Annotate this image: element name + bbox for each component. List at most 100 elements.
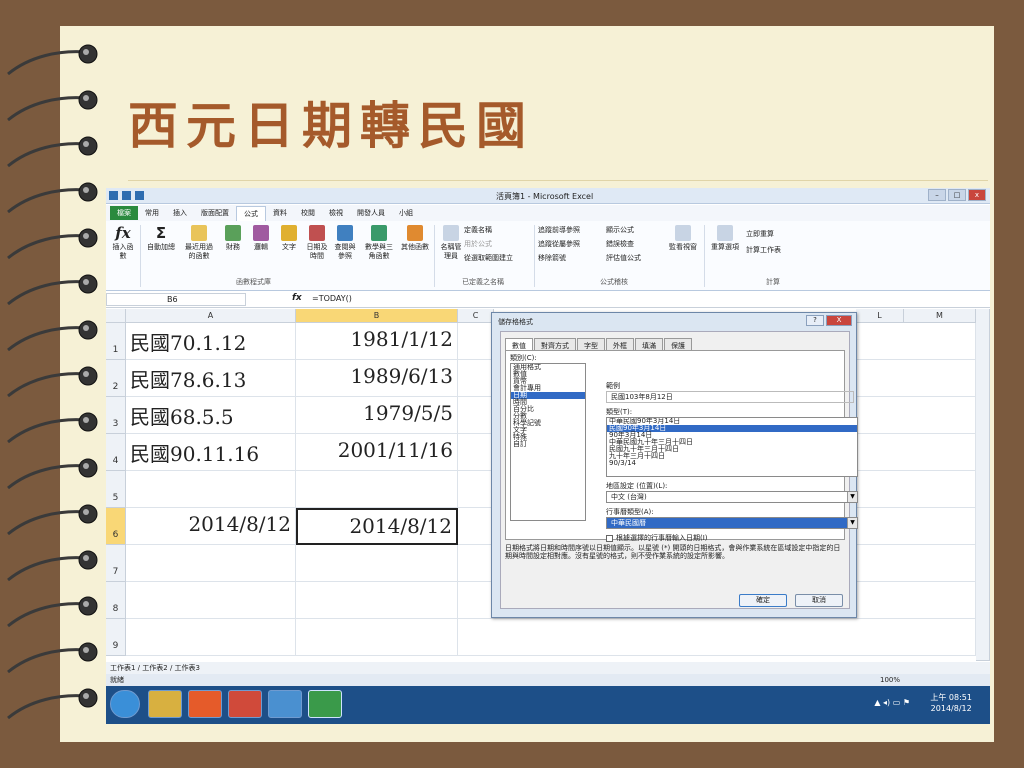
start-button[interactable] (110, 690, 140, 718)
row-header[interactable]: 7 (106, 545, 126, 582)
name-manager-button[interactable]: 名稱管理員 (438, 225, 464, 261)
cell-b[interactable] (296, 545, 458, 582)
cell-b[interactable] (296, 582, 458, 619)
formula-input[interactable]: =TODAY() (312, 294, 352, 303)
name-box[interactable]: B6 (106, 293, 246, 306)
math-trig-button[interactable]: 數學與三角函數 (362, 225, 396, 261)
type-list[interactable]: 中華民國90年3月14日 民國90年3月14日 90年3月14日 中華民國九十年三月十… (606, 417, 858, 477)
cell-a[interactable]: 民國90.11.16 (126, 434, 296, 471)
evaluate-formula-button[interactable]: 評估值公式 (606, 253, 641, 263)
cell-a[interactable] (126, 619, 296, 656)
use-in-formula-button[interactable]: 用於公式 (464, 239, 492, 249)
ribbon-tab[interactable]: 開發人員 (350, 206, 392, 220)
calc-sheet-button[interactable]: 計算工作表 (746, 245, 781, 255)
excel-taskbar-icon[interactable] (308, 690, 342, 718)
row-header[interactable]: 5 (106, 471, 126, 508)
calendar-select[interactable]: 中華民國曆 ▼ (606, 517, 858, 529)
dialog-help-button[interactable]: ? (806, 315, 824, 326)
type-item[interactable]: 90/3/14 (607, 460, 857, 467)
undo-icon[interactable] (135, 191, 144, 200)
cell-b[interactable]: 1981/1/12 (296, 323, 458, 360)
show-formulas-button[interactable]: 顯示公式 (606, 225, 634, 235)
calendar-input-checkbox[interactable]: 根據選擇的行事曆輸入日期(I) (606, 533, 708, 543)
ribbon-tab[interactable]: 檔案 (110, 206, 138, 220)
powerpoint-taskbar-icon[interactable] (228, 690, 262, 718)
row-header[interactable]: 9 (106, 619, 126, 656)
quick-access-toolbar[interactable] (109, 191, 144, 200)
remove-arrows-button[interactable]: 移除箭號 (538, 253, 566, 263)
column-header-b[interactable]: B (296, 309, 458, 323)
ribbon-tab[interactable]: 插入 (166, 206, 194, 220)
column-header-a[interactable]: A (126, 309, 296, 323)
cell-b[interactable]: 2014/8/12 (296, 508, 458, 545)
cell-a[interactable] (126, 471, 296, 508)
row-header[interactable]: 3 (106, 397, 126, 434)
cell-b[interactable]: 1989/6/13 (296, 360, 458, 397)
zoom-level[interactable]: 100% (880, 674, 900, 686)
cell-a[interactable]: 民國70.1.12 (126, 323, 296, 360)
category-list[interactable]: 通用格式 數值 貨幣 會計專用 日期 時間 百分比 分數 科學記號 文字 特殊 自訂 (510, 363, 586, 521)
sheet-tabs[interactable]: 工作表1 / 工作表2 / 工作表3 (106, 662, 990, 674)
trace-precedents-button[interactable]: 追蹤前導參照 (538, 225, 580, 235)
cell-a[interactable]: 2014/8/12 (126, 508, 296, 545)
category-item[interactable]: 自訂 (511, 441, 585, 448)
calc-options-button[interactable]: 重算選項 (708, 225, 742, 252)
cell-b[interactable]: 2001/11/16 (296, 434, 458, 471)
row-header[interactable]: 1 (106, 323, 126, 360)
ribbon-tab[interactable]: 校閱 (294, 206, 322, 220)
trace-dependents-button[interactable]: 追蹤從屬參照 (538, 239, 580, 249)
watch-window-button[interactable]: 監看視窗 (666, 225, 700, 252)
row-header[interactable]: 8 (106, 582, 126, 619)
ribbon-tab[interactable]: 版面配置 (194, 206, 236, 220)
column-header-m[interactable]: M (904, 309, 976, 323)
maximize-button[interactable]: □ (948, 189, 966, 201)
type-item[interactable]: 九十年三月十四日 (607, 453, 857, 460)
locale-select[interactable]: 中文 (台灣) ▼ (606, 491, 858, 503)
explorer-taskbar-icon[interactable] (148, 690, 182, 718)
create-from-selection-button[interactable]: 從選取範圍建立 (464, 253, 513, 263)
ribbon-tab[interactable]: 資料 (266, 206, 294, 220)
column-header-l[interactable]: L (856, 309, 904, 323)
ribbon-tab[interactable]: 常用 (138, 206, 166, 220)
fx-label[interactable]: fx (292, 293, 302, 303)
ie-taskbar-icon[interactable] (268, 690, 302, 718)
cell-empty[interactable] (458, 619, 976, 656)
date-time-button[interactable]: 日期及時間 (304, 225, 330, 261)
select-all-corner[interactable] (106, 309, 126, 323)
column-header-c[interactable]: C (458, 309, 494, 323)
cell-b[interactable]: 1979/5/5 (296, 397, 458, 434)
lookup-button[interactable]: 查閱與參照 (332, 225, 358, 261)
cell-b[interactable] (296, 471, 458, 508)
calc-now-button[interactable]: 立即重算 (746, 229, 774, 239)
cell-a[interactable]: 民國68.5.5 (126, 397, 296, 434)
autosum-button[interactable]: Σ 自動加總 (144, 225, 178, 252)
dialog-close-button[interactable]: X (826, 315, 852, 326)
ribbon-tab[interactable]: 公式 (236, 205, 266, 221)
row-header[interactable]: 6 (106, 508, 126, 545)
cell-a[interactable]: 民國78.6.13 (126, 360, 296, 397)
cell-a[interactable] (126, 582, 296, 619)
financial-button[interactable]: 財務 (220, 225, 246, 252)
cell-b[interactable] (296, 619, 458, 656)
logical-button[interactable]: 邏輯 (248, 225, 274, 252)
chrome-taskbar-icon[interactable] (188, 690, 222, 718)
recent-functions-button[interactable]: 最近用過的函數 (182, 225, 216, 261)
close-button[interactable]: x (968, 189, 986, 201)
system-tray[interactable]: ▲ ◂) ▭ ⚑ (874, 698, 910, 707)
more-functions-button[interactable]: 其他函數 (398, 225, 432, 252)
text-button[interactable]: 文字 (276, 225, 302, 252)
minimize-button[interactable]: – (928, 189, 946, 201)
cell-a[interactable] (126, 545, 296, 582)
define-name-button[interactable]: 定義名稱 (464, 225, 492, 235)
ribbon-tab[interactable]: 小組 (392, 206, 420, 220)
insert-function-button[interactable]: fx 插入函數 (110, 225, 136, 261)
row-header[interactable]: 2 (106, 360, 126, 397)
cancel-button[interactable]: 取消 (795, 594, 843, 607)
vertical-scrollbar[interactable] (976, 309, 990, 661)
ribbon-tab[interactable]: 檢視 (322, 206, 350, 220)
clock[interactable]: 上午 08:51 2014/8/12 (930, 692, 972, 714)
save-icon[interactable] (122, 191, 131, 200)
row-header[interactable]: 4 (106, 434, 126, 471)
error-checking-button[interactable]: 錯誤檢查 (606, 239, 634, 249)
ok-button[interactable]: 確定 (739, 594, 787, 607)
